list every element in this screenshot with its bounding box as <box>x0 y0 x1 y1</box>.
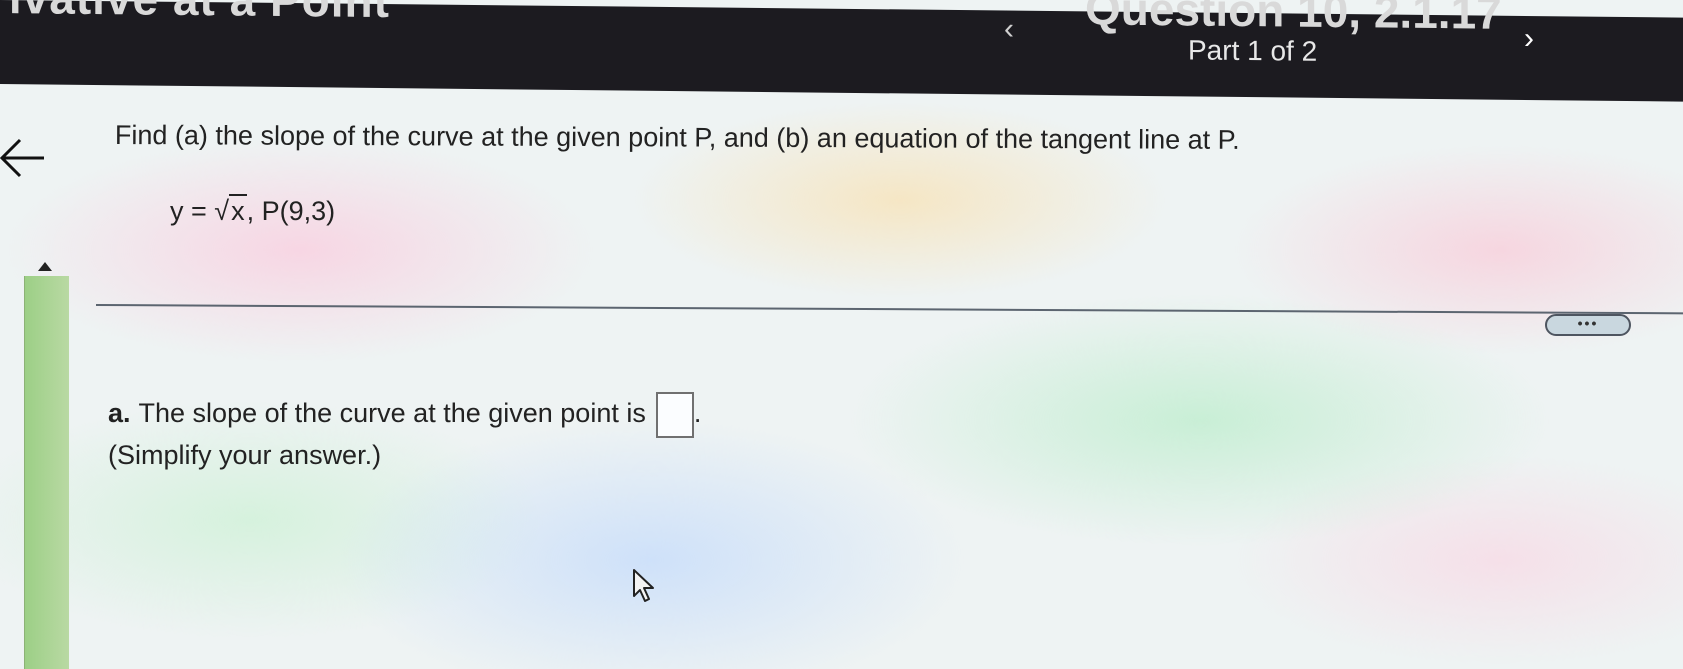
problem-statement: Find (a) the slope of the curve at the g… <box>114 120 1240 155</box>
arrow-left-icon[interactable] <box>0 136 50 180</box>
answer-period: . <box>693 398 702 429</box>
radical-symbol: √ <box>214 196 230 226</box>
chevron-left-icon[interactable]: ‹ <box>1004 13 1014 47</box>
triangle-up-icon[interactable] <box>38 262 52 271</box>
part-a-question: a. The slope of the curve at the given po… <box>108 392 701 438</box>
simplify-hint: (Simplify your answer.) <box>108 440 382 470</box>
given-point: , P(9,3) <box>246 196 336 226</box>
slope-answer-input[interactable] <box>655 392 694 438</box>
assignment-title: rivative at a Point <box>0 0 390 28</box>
part-a-prompt: The slope of the curve at the given poin… <box>138 398 646 429</box>
section-divider <box>95 304 1683 315</box>
part-a-label: a. <box>108 398 131 429</box>
chevron-right-icon[interactable]: › <box>1524 22 1534 56</box>
square-root: √x <box>214 194 247 227</box>
more-options-button[interactable]: ••• <box>1545 314 1631 336</box>
equation-prefix: y = <box>170 196 215 226</box>
question-number: Question 10, 2.1.17 <box>1085 0 1502 39</box>
given-equation: y = √x, P(9,3) <box>170 194 336 227</box>
part-indicator: Part 1 of 2 <box>1188 34 1318 67</box>
top-bar: rivative at a Point ‹ Question 10, 2.1.1… <box>0 0 1683 102</box>
side-rail <box>24 276 69 669</box>
mouse-pointer-icon <box>632 568 658 604</box>
radicand: x <box>229 194 247 226</box>
